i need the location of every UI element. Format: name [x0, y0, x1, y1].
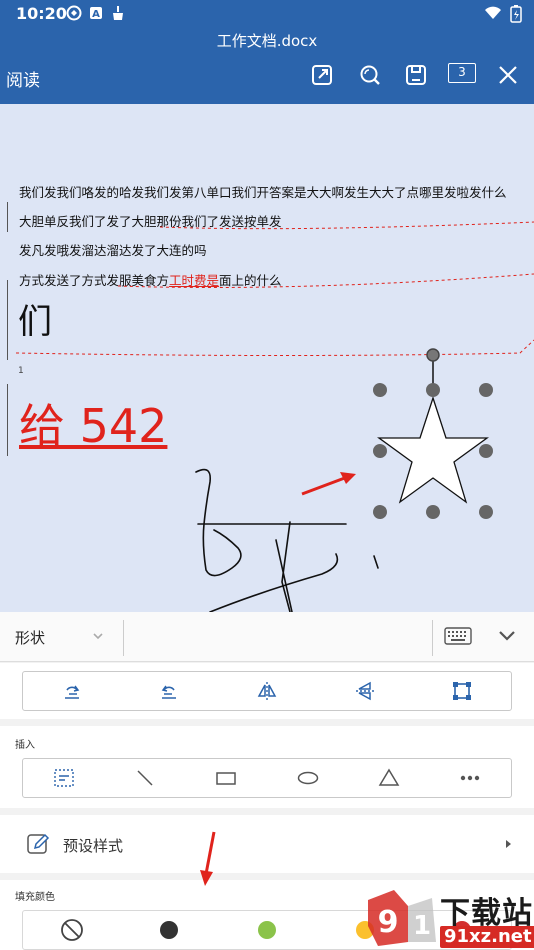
ink-strokes	[195, 468, 379, 612]
crop-rotate-right-button[interactable]	[121, 672, 219, 710]
resize-frame-icon	[453, 682, 472, 700]
resize-handle[interactable]	[479, 505, 493, 519]
svg-text:A: A	[92, 9, 100, 20]
resize-handle[interactable]	[479, 444, 493, 458]
flip-horizontal-icon	[257, 682, 277, 700]
a-badge-icon: A	[90, 7, 102, 20]
crop-rotate-right-icon	[162, 685, 177, 699]
resize-handle[interactable]	[373, 444, 387, 458]
ellipse-icon	[297, 771, 318, 785]
resize-handle[interactable]	[479, 383, 493, 397]
sync-icon	[66, 5, 82, 21]
flip-vertical-icon	[355, 681, 374, 701]
resize-handle[interactable]	[373, 383, 387, 397]
app-root: 10:20 A 工作文档.docx 阅读 3 我们发我们咯发的哈发我们发第八单口…	[0, 0, 534, 950]
triangle-icon	[378, 768, 400, 786]
fill-color-label: 填充颜色	[15, 892, 55, 903]
close-icon	[499, 66, 517, 84]
flip-horizontal-button[interactable]	[218, 672, 316, 710]
battery-icon	[510, 5, 522, 23]
format-section	[0, 663, 534, 719]
status-time: 10:20	[16, 4, 67, 23]
status-bar: 10:20 A	[0, 0, 534, 28]
insert-button-row	[22, 758, 512, 798]
insert-textbox-button[interactable]	[23, 759, 104, 797]
insert-ellipse-button[interactable]	[267, 759, 348, 797]
more-icon	[461, 775, 480, 781]
title-bar: 工作文档.docx 阅读 3	[0, 28, 534, 104]
resize-handle[interactable]	[426, 383, 440, 397]
close-button[interactable]	[493, 60, 523, 90]
insert-section: 插入	[0, 726, 534, 808]
insert-line-button[interactable]	[104, 759, 185, 797]
resize-handle[interactable]	[373, 505, 387, 519]
page-count-button[interactable]: 3	[448, 63, 476, 83]
search-button[interactable]	[355, 60, 385, 90]
insert-rectangle-button[interactable]	[186, 759, 267, 797]
star-shape[interactable]	[377, 395, 489, 504]
chevron-right-icon	[506, 840, 511, 848]
rotate-handle[interactable]	[426, 348, 440, 362]
save-icon	[406, 65, 426, 85]
keyboard-icon[interactable]	[444, 627, 472, 645]
format-button-row	[22, 671, 512, 711]
svg-text:9: 9	[378, 905, 399, 940]
wifi-icon	[485, 6, 501, 19]
annotation-layer	[15, 221, 534, 612]
edit-style-icon	[27, 833, 50, 854]
resize-handle[interactable]	[426, 505, 440, 519]
status-icons-right	[484, 5, 522, 23]
watermark-url: 91xz.net	[440, 926, 534, 948]
no-fill-icon	[60, 919, 83, 941]
insert-label: 插入	[15, 740, 35, 751]
chevron-down-icon[interactable]	[92, 631, 104, 641]
line-icon	[137, 770, 153, 786]
rectangle-icon	[216, 772, 237, 785]
status-icons-left: A	[66, 5, 126, 21]
shape-tab[interactable]: 形状	[15, 627, 45, 648]
insert-triangle-button[interactable]	[348, 759, 429, 797]
color-green	[257, 921, 276, 939]
revision-line	[159, 221, 534, 230]
read-mode-button[interactable]: 阅读	[6, 66, 40, 91]
panel-toolbar: 形状	[0, 612, 534, 662]
fill-color-swatch[interactable]	[218, 911, 316, 949]
fill-none-swatch[interactable]	[23, 911, 121, 949]
crop-rotate-left-button[interactable]	[23, 672, 121, 710]
toolbar-divider	[432, 620, 433, 656]
insert-more-button[interactable]	[430, 759, 511, 797]
revision-line	[117, 273, 534, 288]
flip-vertical-button[interactable]	[316, 672, 414, 710]
share-icon	[312, 65, 332, 85]
textbox-icon	[53, 769, 74, 787]
resize-frame-button[interactable]	[413, 672, 511, 710]
crop-rotate-left-icon	[64, 685, 80, 699]
collapse-panel-icon[interactable]	[498, 629, 516, 643]
red-arrow	[200, 831, 216, 886]
save-button[interactable]	[401, 60, 431, 90]
search-icon	[360, 65, 380, 85]
cleaner-icon	[113, 6, 123, 20]
svg-text:1: 1	[413, 911, 431, 941]
toolbar-divider	[123, 620, 124, 656]
red-arrow	[301, 474, 351, 496]
revision-line	[15, 339, 534, 356]
color-dark	[160, 921, 179, 939]
doc-title: 工作文档.docx	[216, 32, 318, 50]
preset-style-row[interactable]: 预设样式	[0, 815, 534, 873]
preset-style-label: 预设样式	[63, 837, 124, 855]
fill-color-swatch[interactable]	[121, 911, 219, 949]
share-button[interactable]	[307, 60, 337, 90]
document-canvas[interactable]: 我们发我们咯发的哈发我们发第八单口我们开答案是大大啊发生大大了点哪里发啦发什么 …	[0, 104, 534, 612]
